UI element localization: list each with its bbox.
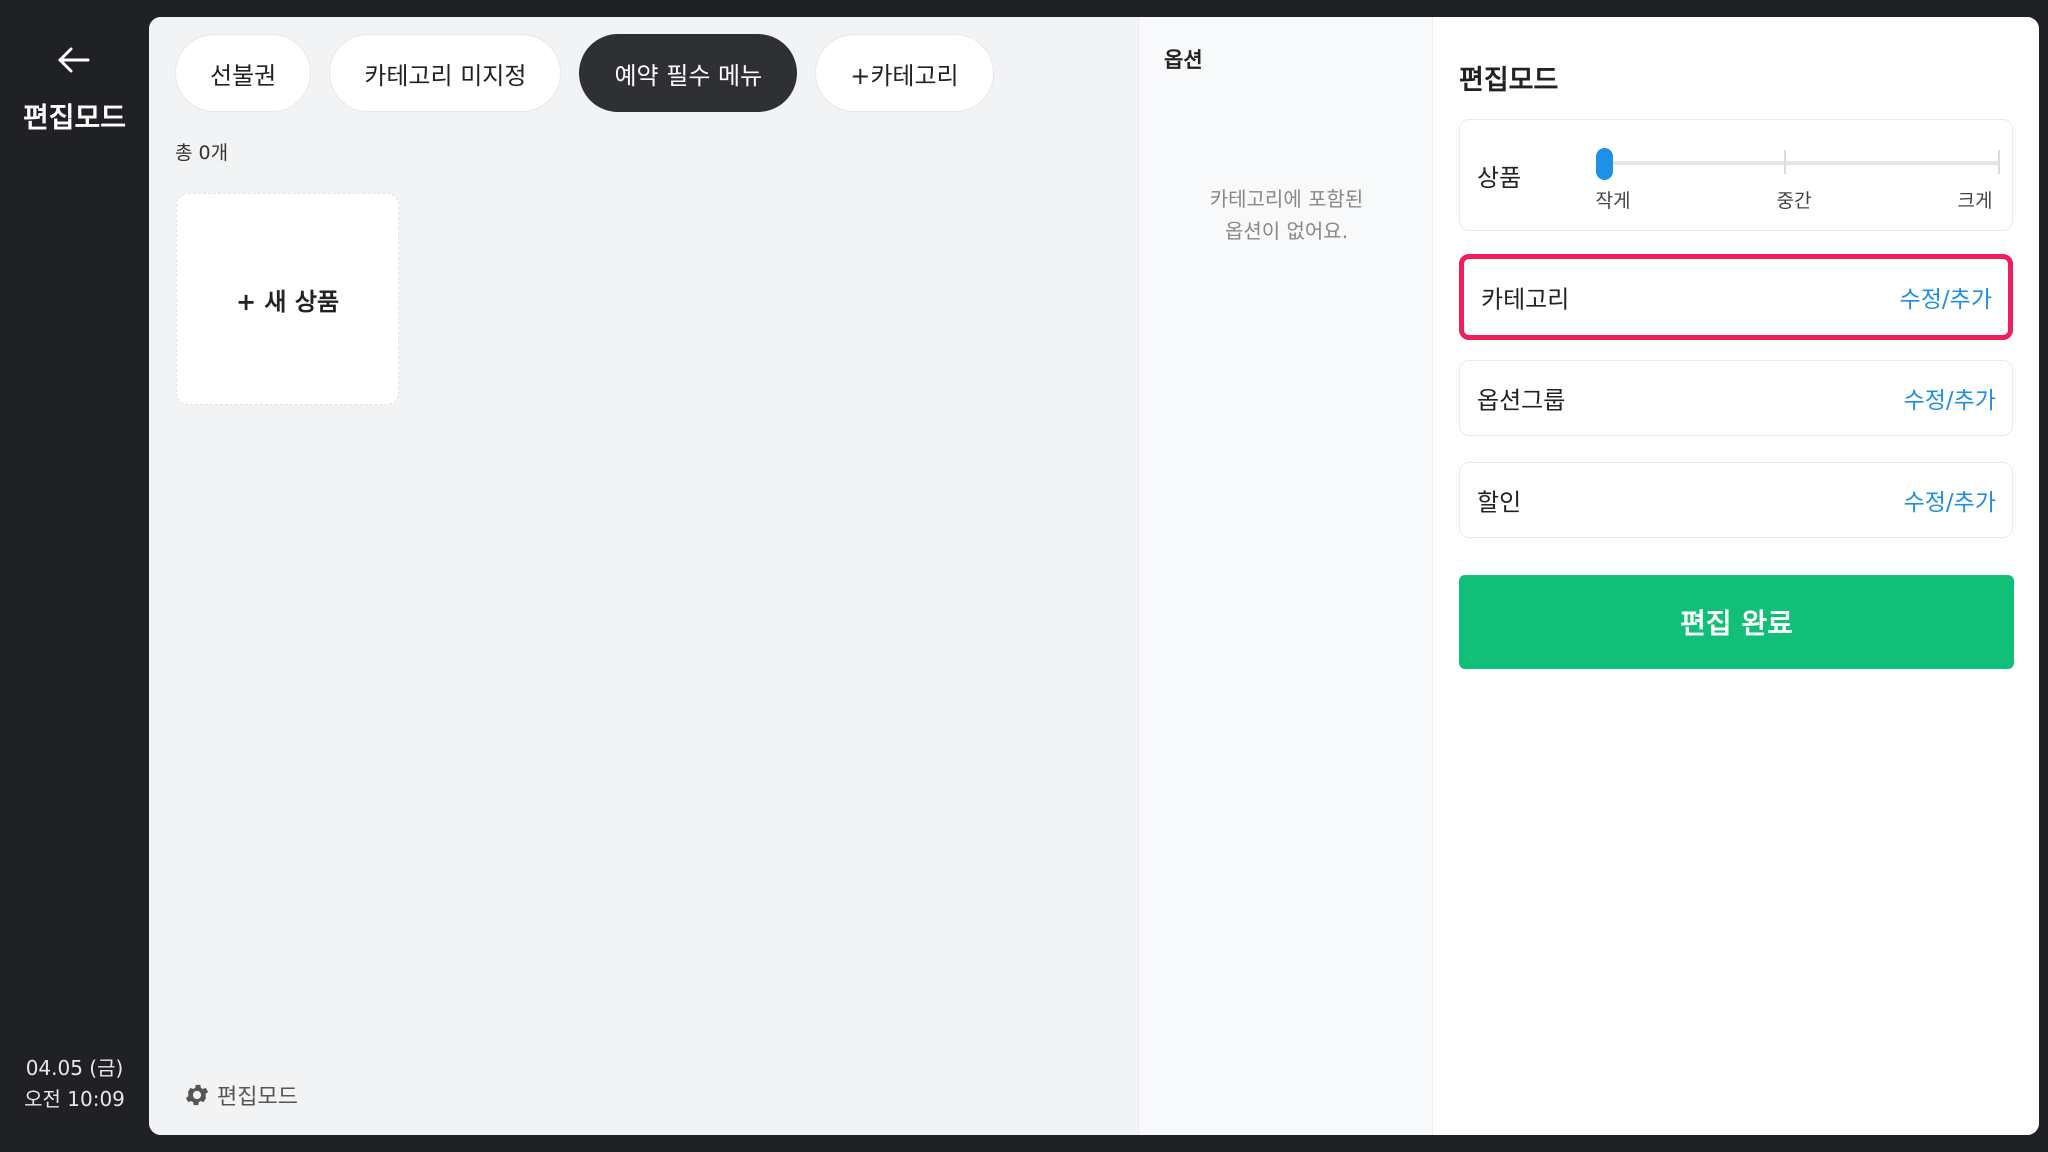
discount-row-label: 할인 bbox=[1477, 488, 1522, 517]
product-count: 총 0개 bbox=[175, 142, 229, 164]
product-size-card: 상품 작게 중간 크게 bbox=[1459, 119, 2013, 231]
add-category-tab[interactable]: +카테고리 bbox=[815, 34, 994, 112]
product-area: 선불권 카테고리 미지정 예약 필수 메뉴 +카테고리 총 0개 + 새 상품 … bbox=[149, 17, 1138, 1135]
size-slider-track[interactable] bbox=[1602, 161, 2000, 165]
options-panel: 옵션 카테고리에 포함된 옵션이 없어요. bbox=[1138, 17, 1433, 1135]
discount-edit-add-link[interactable]: 수정/추가 bbox=[1904, 483, 1996, 517]
footer-edit-mode-button[interactable]: 편집모드 bbox=[183, 1079, 298, 1111]
category-row-label: 카테고리 bbox=[1481, 285, 1570, 314]
edit-done-button[interactable]: 편집 완료 bbox=[1459, 575, 2014, 669]
size-option-large[interactable]: 크게 bbox=[1958, 186, 1993, 213]
category-tabs: 선불권 카테고리 미지정 예약 필수 메뉴 +카테고리 bbox=[175, 34, 994, 112]
size-slider-handle[interactable] bbox=[1596, 148, 1613, 180]
edit-settings-panel: 편집모드 상품 작게 중간 크게 카테고리 수정/추가 옵션그룹 수정/추가 할… bbox=[1433, 17, 2039, 1135]
category-row: 카테고리 수정/추가 bbox=[1459, 254, 2013, 340]
size-option-small[interactable]: 작게 bbox=[1596, 186, 1631, 213]
rail-title: 편집모드 bbox=[22, 101, 127, 134]
rail-time: 오전 10:09 bbox=[24, 1087, 125, 1111]
discount-row: 할인 수정/추가 bbox=[1459, 462, 2013, 538]
options-title: 옵션 bbox=[1164, 48, 1203, 72]
option-group-edit-add-link[interactable]: 수정/추가 bbox=[1904, 381, 1996, 415]
category-edit-add-link[interactable]: 수정/추가 bbox=[1900, 280, 1992, 314]
app-window: 편집모드 04.05 (금) 오전 10:09 선불권 카테고리 미지정 예약 … bbox=[0, 0, 2048, 1152]
main-panel: 선불권 카테고리 미지정 예약 필수 메뉴 +카테고리 총 0개 + 새 상품 … bbox=[149, 17, 2039, 1135]
slider-tick-middle bbox=[1784, 150, 1786, 174]
tab-reservation-required[interactable]: 예약 필수 메뉴 bbox=[579, 34, 798, 112]
option-group-row-label: 옵션그룹 bbox=[1477, 386, 1566, 415]
footer-edit-mode-label: 편집모드 bbox=[217, 1085, 298, 1110]
options-empty-line2: 옵션이 없어요. bbox=[1224, 219, 1349, 243]
options-empty-line1: 카테고리에 포함된 bbox=[1209, 187, 1364, 211]
option-group-row: 옵션그룹 수정/추가 bbox=[1459, 360, 2013, 436]
gear-icon bbox=[185, 1084, 209, 1106]
tab-uncategorized[interactable]: 카테고리 미지정 bbox=[329, 34, 562, 112]
back-arrow-icon[interactable] bbox=[55, 42, 93, 78]
size-option-medium[interactable]: 중간 bbox=[1777, 186, 1812, 213]
slider-tick-end bbox=[1998, 150, 2000, 174]
new-product-button[interactable]: + 새 상품 bbox=[176, 193, 399, 405]
tab-prepaid[interactable]: 선불권 bbox=[175, 34, 312, 112]
rail-date: 04.05 (금) bbox=[25, 1056, 124, 1080]
options-empty-message: 카테고리에 포함된 옵션이 없어요. bbox=[1139, 183, 1434, 247]
left-rail: 편집모드 04.05 (금) 오전 10:09 bbox=[0, 0, 149, 1152]
edit-panel-title: 편집모드 bbox=[1459, 65, 1559, 96]
product-size-label: 상품 bbox=[1477, 164, 1522, 192]
